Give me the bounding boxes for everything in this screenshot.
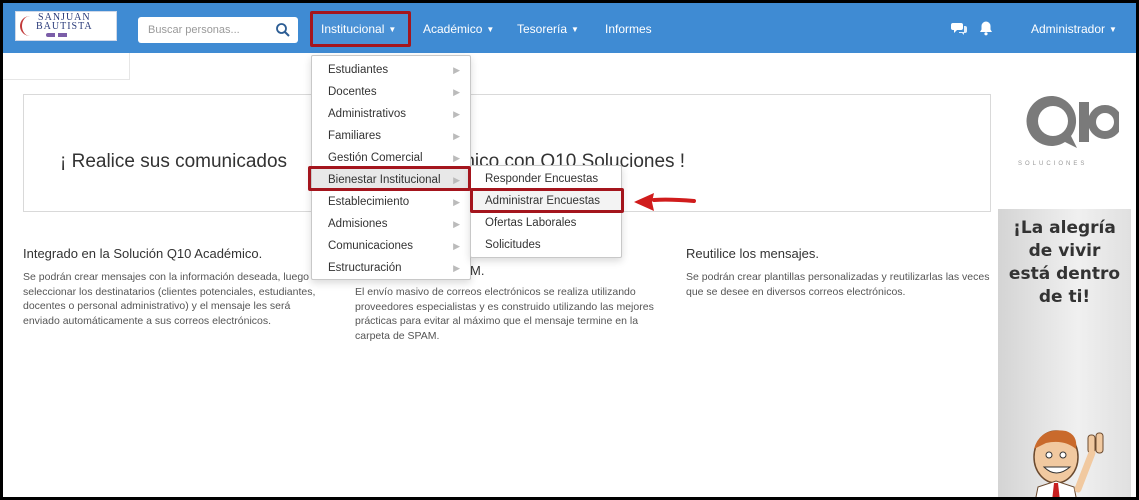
nav-academico[interactable]: Académico ▼ bbox=[423, 22, 494, 36]
feature-title: Integrado en la Solución Q10 Académico. bbox=[23, 246, 263, 261]
submenu-item-ofertas-laborales[interactable]: Ofertas Laborales bbox=[471, 212, 621, 234]
feature-text: El envío masivo de correos electrónicos … bbox=[355, 286, 654, 342]
search-input[interactable] bbox=[138, 17, 268, 43]
bienestar-submenu: Responder Encuestas Administrar Encuesta… bbox=[470, 165, 622, 258]
feature-title: Reutilice los mensajes. bbox=[686, 246, 819, 261]
arrow-left-icon bbox=[634, 193, 696, 211]
menu-item-administrativos[interactable]: Administrativos ▶ bbox=[312, 103, 470, 125]
chevron-right-icon: ▶ bbox=[453, 153, 460, 163]
menu-item-estudiantes[interactable]: Estudiantes ▶ bbox=[312, 59, 470, 81]
menu-item-bienestar-institucional[interactable]: Bienestar Institucional ▶ bbox=[312, 169, 470, 191]
menu-item-familiares[interactable]: Familiares ▶ bbox=[312, 125, 470, 147]
feature-text: Se podrán crear mensajes con la informac… bbox=[23, 271, 316, 327]
institucional-dropdown: Estudiantes ▶ Docentes ▶ Administrativos ▶ … bbox=[311, 55, 471, 280]
caret-down-icon: ▼ bbox=[1109, 25, 1117, 35]
submenu-item-administrar-encuestas[interactable]: Administrar Encuestas bbox=[471, 190, 621, 212]
bell-icon[interactable] bbox=[978, 20, 994, 36]
user-menu[interactable]: Administrador ▼ bbox=[1031, 22, 1117, 36]
sidebar-stub bbox=[3, 53, 130, 80]
chevron-right-icon: ▶ bbox=[453, 65, 460, 75]
nav-institucional[interactable]: Institucional ▼ bbox=[321, 22, 396, 36]
search-icon[interactable] bbox=[275, 22, 291, 38]
cartoon-man-image bbox=[1033, 430, 1104, 497]
chevron-right-icon: ▶ bbox=[453, 197, 460, 207]
chevron-right-icon: ▶ bbox=[453, 241, 460, 251]
chevron-right-icon: ▶ bbox=[453, 175, 460, 185]
chevron-right-icon: ▶ bbox=[453, 109, 460, 119]
chevron-right-icon: ▶ bbox=[453, 131, 460, 141]
menu-item-comunicaciones[interactable]: Comunicaciones ▶ bbox=[312, 235, 470, 257]
caret-down-icon: ▼ bbox=[571, 25, 579, 35]
submenu-item-responder-encuestas[interactable]: Responder Encuestas bbox=[471, 168, 621, 190]
top-navbar: SANJUAN BAUTISTA Institucional▼ Académic… bbox=[3, 3, 1136, 53]
q10-advertisement[interactable]: SOLUCIONES ¡La alegría de vivir está den… bbox=[998, 84, 1131, 497]
ad-panel: ¡La alegría de vivir está dentro de ti! bbox=[998, 209, 1131, 497]
chat-icon[interactable] bbox=[951, 20, 967, 36]
menu-item-gestion-comercial[interactable]: Gestión Comercial ▶ bbox=[312, 147, 470, 169]
app-frame: SANJUAN BAUTISTA Institucional▼ Académic… bbox=[0, 0, 1139, 500]
q10-logo bbox=[1026, 95, 1119, 148]
school-logo[interactable]: SANJUAN BAUTISTA bbox=[15, 11, 117, 41]
menu-item-establecimiento[interactable]: Establecimiento ▶ bbox=[312, 191, 470, 213]
logo-text: SANJUAN BAUTISTA bbox=[36, 12, 93, 32]
ad-slogan: ¡La alegría de vivir está dentro de ti! bbox=[1008, 218, 1121, 307]
nav-tesoreria[interactable]: Tesorería ▼ bbox=[517, 22, 579, 36]
nav-informes[interactable]: Informes bbox=[605, 22, 652, 36]
feature-text: Se podrán crear plantillas personalizada… bbox=[686, 271, 990, 298]
chevron-right-icon: ▶ bbox=[453, 87, 460, 97]
feature-column-3: Reutilice los mensajes. Se podrán crear … bbox=[686, 246, 991, 299]
menu-item-admisiones[interactable]: Admisiones ▶ bbox=[312, 213, 470, 235]
chevron-right-icon: ▶ bbox=[453, 219, 460, 229]
caret-down-icon: ▼ bbox=[388, 25, 397, 35]
menu-item-docentes[interactable]: Docentes ▶ bbox=[312, 81, 470, 103]
submenu-item-solicitudes[interactable]: Solicitudes bbox=[471, 234, 621, 256]
search-box bbox=[138, 17, 298, 43]
caret-down-icon: ▼ bbox=[486, 25, 495, 35]
menu-item-estructuracion[interactable]: Estructuración ▶ bbox=[312, 257, 470, 279]
feature-column-1: Integrado en la Solución Q10 Académico. … bbox=[23, 246, 323, 328]
chevron-right-icon: ▶ bbox=[453, 263, 460, 273]
logo-dots bbox=[46, 33, 76, 37]
brand-subtitle: SOLUCIONES bbox=[1018, 161, 1088, 167]
